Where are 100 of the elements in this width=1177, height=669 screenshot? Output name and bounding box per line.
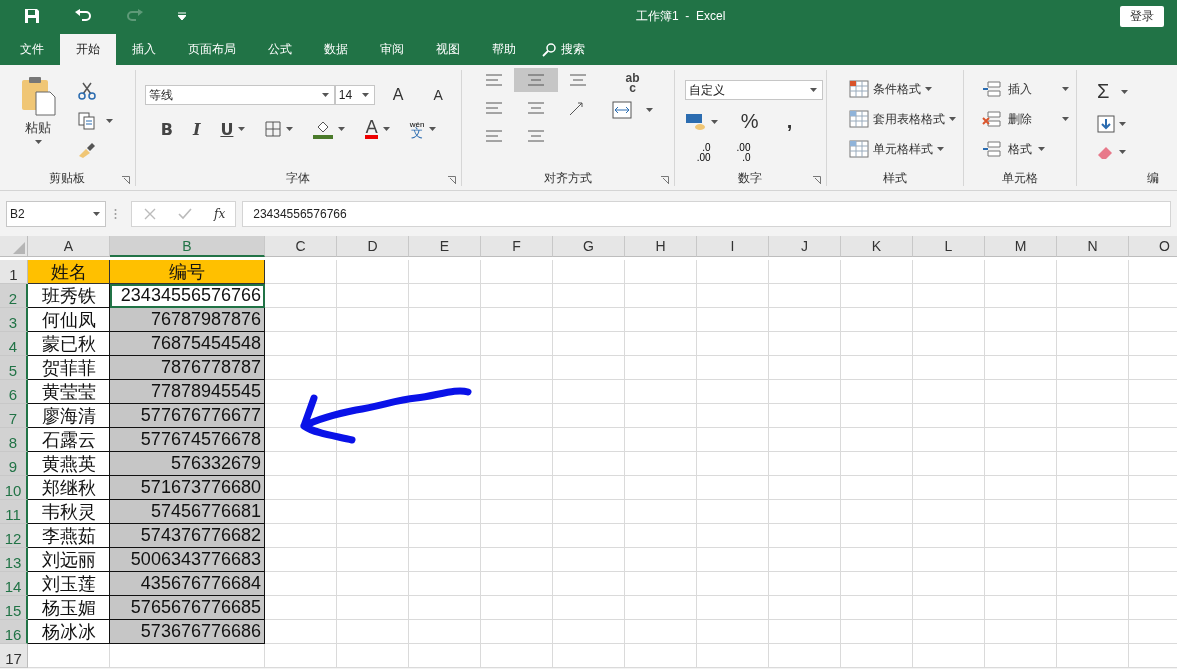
row-header[interactable]: 16 — [0, 620, 28, 644]
caret-icon[interactable] — [382, 127, 390, 131]
caret-icon[interactable] — [338, 127, 346, 131]
conditional-format-icon[interactable] — [848, 80, 869, 98]
clipboard-icon[interactable] — [20, 76, 56, 116]
caret-icon[interactable] — [1119, 150, 1126, 154]
ribbon-tab[interactable]: 公式 — [252, 34, 308, 65]
column-header[interactable]: G — [553, 236, 625, 257]
column-header[interactable]: E — [409, 236, 481, 257]
caret-icon[interactable] — [238, 127, 246, 131]
caret-icon[interactable] — [1062, 117, 1070, 121]
styles-menu-button[interactable]: 套用表格格式 — [872, 110, 945, 128]
underline-button[interactable]: U — [220, 119, 234, 139]
search-icon[interactable] — [542, 42, 556, 57]
borders-icon[interactable] — [265, 121, 282, 137]
ribbon-tab[interactable]: 开始 — [60, 34, 116, 65]
copy-icon[interactable] — [78, 112, 96, 130]
percent-button[interactable]: % — [740, 110, 787, 133]
row-header[interactable]: 4 — [0, 332, 28, 356]
ribbon-tab[interactable]: 审阅 — [364, 34, 420, 65]
number-format-dropdown[interactable]: 自定义 — [684, 80, 823, 100]
row-header[interactable]: 5 — [0, 356, 28, 380]
caret-icon[interactable] — [286, 127, 294, 131]
column-header[interactable]: F — [481, 236, 553, 257]
insert-cells-icon[interactable] — [982, 80, 1003, 98]
column-header[interactable]: A — [28, 236, 110, 257]
insert-function-button[interactable]: fx — [214, 206, 226, 221]
save-icon[interactable] — [24, 8, 40, 24]
column-header[interactable]: H — [625, 236, 697, 257]
undo-icon[interactable] — [74, 9, 92, 23]
column-header[interactable]: I — [697, 236, 769, 257]
column-header[interactable]: J — [769, 236, 841, 257]
fill-color-icon[interactable] — [313, 119, 334, 139]
caret-icon[interactable] — [429, 127, 437, 131]
row-header[interactable]: 17 — [0, 644, 28, 668]
row-header[interactable]: 2 — [0, 284, 28, 308]
name-box[interactable]: B2 — [6, 200, 106, 227]
caret-icon[interactable] — [1119, 122, 1126, 126]
column-header[interactable]: B — [110, 236, 265, 257]
cells-menu-button[interactable]: 删除 — [1008, 110, 1033, 128]
customize-icon[interactable] — [178, 12, 186, 20]
row-header[interactable]: 10 — [0, 476, 28, 500]
row-header[interactable]: 3 — [0, 308, 28, 332]
italic-button[interactable]: I — [192, 119, 201, 139]
ribbon-tab[interactable]: 视图 — [420, 34, 476, 65]
caret-icon[interactable] — [1038, 147, 1046, 151]
column-header[interactable]: M — [985, 236, 1057, 257]
column-header[interactable]: L — [913, 236, 985, 257]
caret-icon[interactable] — [809, 88, 817, 92]
dialog-launcher-icon[interactable] — [812, 176, 821, 184]
row-header[interactable]: 7 — [0, 404, 28, 428]
fill-down-icon[interactable] — [1097, 115, 1115, 133]
search-label[interactable]: 搜索 — [561, 41, 585, 58]
comma-button[interactable]: , — [786, 110, 793, 133]
sign-in-button[interactable]: 登录 — [1120, 6, 1164, 27]
dialog-launcher-icon[interactable] — [447, 176, 456, 184]
caret-icon[interactable] — [924, 87, 932, 91]
row-header[interactable]: 11 — [0, 500, 28, 524]
row-header[interactable]: 1 — [0, 260, 28, 284]
styles-menu-button[interactable]: 单元格样式 — [872, 140, 933, 158]
caret-icon[interactable] — [1121, 89, 1129, 94]
cells-menu-button[interactable]: 格式 — [1008, 140, 1033, 158]
ribbon-tab[interactable]: 页面布局 — [172, 34, 252, 65]
caret-icon[interactable] — [321, 93, 329, 97]
caret-icon[interactable] — [936, 147, 944, 151]
decrease-decimal-button[interactable]: .00 .0 — [736, 143, 751, 163]
formula-input[interactable]: 23434556576766 — [242, 200, 1171, 227]
caret-icon[interactable] — [361, 93, 369, 97]
row-header[interactable]: 6 — [0, 380, 28, 404]
column-header[interactable]: O — [1129, 236, 1177, 257]
ribbon-tab[interactable]: 文件 — [4, 34, 60, 65]
caret-icon[interactable] — [1062, 87, 1070, 91]
font-size-dropdown[interactable]: 14 — [334, 85, 375, 105]
ribbon-tab[interactable]: 帮助 — [476, 34, 532, 65]
paste-button[interactable]: 粘贴 — [25, 119, 51, 137]
merge-center-icon[interactable] — [611, 101, 632, 119]
row-header[interactable]: 9 — [0, 452, 28, 476]
row-header[interactable]: 12 — [0, 524, 28, 548]
font-color-button[interactable]: A — [365, 119, 378, 139]
ribbon-tab[interactable]: 数据 — [308, 34, 364, 65]
styles-menu-button[interactable]: 条件格式 — [872, 80, 921, 98]
caret-icon[interactable] — [34, 140, 42, 144]
dialog-launcher-icon[interactable] — [660, 176, 669, 184]
caret-icon[interactable] — [93, 211, 100, 216]
row-header[interactable]: 8 — [0, 428, 28, 452]
bold-button[interactable]: B — [160, 119, 173, 139]
row-header[interactable]: 15 — [0, 596, 28, 620]
column-header[interactable]: K — [841, 236, 913, 257]
font-family-dropdown[interactable]: 等线 — [144, 85, 335, 105]
increase-decimal-button[interactable]: .0 .00 — [696, 143, 711, 163]
autosum-button[interactable]: Σ — [1097, 80, 1110, 103]
shrink-font-button[interactable]: A — [433, 87, 443, 103]
dialog-launcher-icon[interactable] — [121, 176, 130, 184]
caret-icon[interactable] — [710, 119, 718, 124]
format-painter-icon[interactable] — [78, 142, 96, 158]
wrap-text-button[interactable]: ab c — [611, 73, 653, 93]
format-cells-icon[interactable] — [982, 140, 1003, 158]
ribbon-tab[interactable]: 插入 — [116, 34, 172, 65]
phonetic-button[interactable]: wén 文 — [409, 120, 425, 138]
caret-icon[interactable] — [645, 108, 653, 112]
